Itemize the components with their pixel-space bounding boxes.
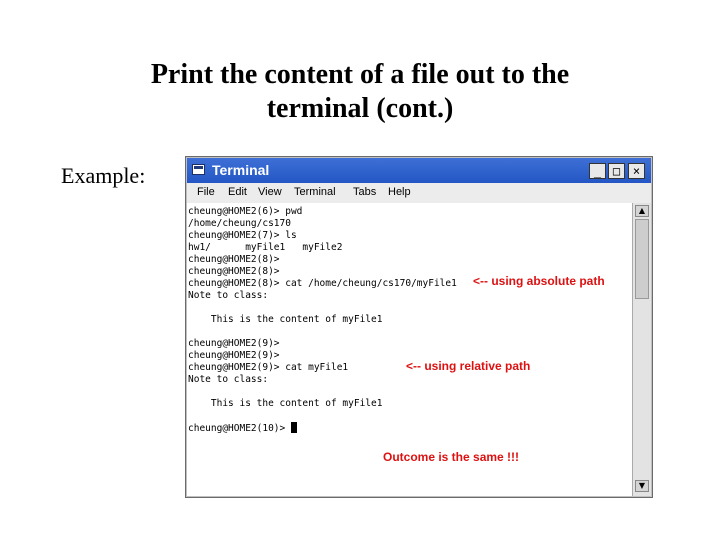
menu-terminal[interactable]: Terminal (294, 186, 336, 198)
menu-bar: File Edit View Terminal Tabs Help (187, 183, 651, 203)
terminal-line: cheung@HOME2(8)> (188, 266, 280, 277)
menu-edit[interactable]: Edit (228, 186, 247, 198)
vertical-scrollbar[interactable]: ▲ ▼ (632, 203, 651, 496)
minimize-button[interactable]: _ (589, 163, 606, 179)
terminal-window: Terminal _ □ × File Edit View Terminal T… (185, 156, 653, 498)
terminal-line: cheung@HOME2(7)> ls (188, 230, 297, 241)
terminal-line: cheung@HOME2(9)> cat myFile1 (188, 362, 349, 373)
terminal-line: /home/cheung/cs170 (188, 218, 291, 229)
text-cursor (290, 422, 297, 433)
terminal-line: Note to class: (188, 290, 269, 301)
scroll-up-icon[interactable]: ▲ (635, 205, 649, 217)
terminal-line: This is the content of myFile1 (188, 314, 383, 325)
annotation-relative-path: <-- using relative path (406, 359, 531, 373)
terminal-line: cheung@HOME2(9)> (188, 338, 280, 349)
terminal-prompt-line: cheung@HOME2(10)> (188, 422, 297, 435)
window-titlebar[interactable]: Terminal _ □ × (187, 158, 651, 183)
scrollbar-thumb[interactable] (635, 219, 649, 299)
terminal-prompt: cheung@HOME2(10)> (188, 423, 286, 434)
scroll-down-icon[interactable]: ▼ (635, 480, 649, 492)
terminal-line: Note to class: (188, 374, 269, 385)
maximize-button[interactable]: □ (608, 163, 625, 179)
menu-tabs[interactable]: Tabs (353, 186, 376, 198)
slide-title-line-2: terminal (cont.) (266, 93, 454, 124)
terminal-line: cheung@HOME2(9)> (188, 350, 280, 361)
terminal-line: cheung@HOME2(8)> (188, 254, 280, 265)
window-title: Terminal (212, 162, 270, 178)
annotation-outcome: Outcome is the same !!! (383, 450, 520, 464)
terminal-line: This is the content of myFile1 (188, 398, 383, 409)
menu-file[interactable]: File (197, 186, 215, 198)
menu-view[interactable]: View (258, 186, 282, 198)
terminal-line: cheung@HOME2(8)> cat /home/cheung/cs170/… (188, 278, 457, 289)
slide-title: Print the content of a file out to the t… (60, 58, 660, 126)
annotation-absolute-path: <-- using absolute path (473, 274, 605, 288)
menu-help[interactable]: Help (388, 186, 411, 198)
terminal-line: cheung@HOME2(6)> pwd (188, 206, 303, 217)
terminal-line: hw1/ myFile1 myFile2 (188, 242, 343, 253)
slide-title-line-1: Print the content of a file out to the (150, 59, 570, 90)
terminal-output[interactable]: cheung@HOME2(6)> pwd /home/cheung/cs170 … (187, 203, 632, 496)
terminal-app-icon (192, 164, 205, 175)
example-label: Example: (61, 163, 146, 188)
close-button[interactable]: × (628, 163, 645, 179)
